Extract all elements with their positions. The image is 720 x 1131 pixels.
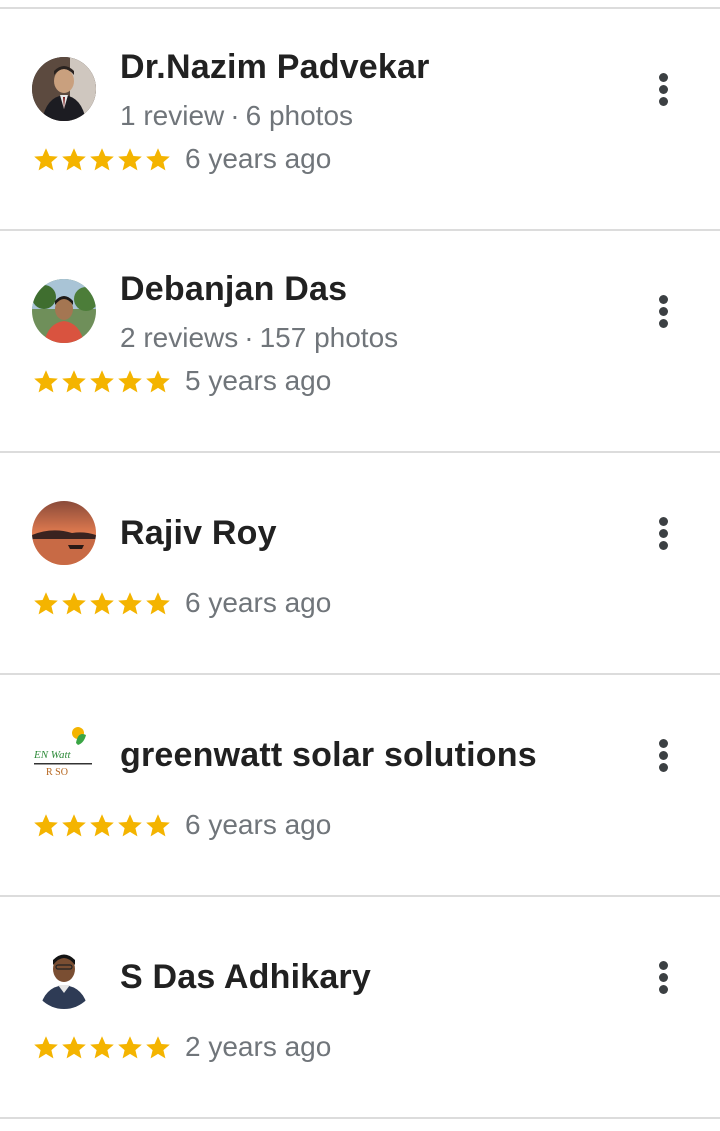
more-vert-icon-dot [659,307,668,316]
more-options-button[interactable] [646,947,682,1007]
star-icon [118,148,142,171]
review-time: 6 years ago [185,809,332,840]
star-icon [118,1036,142,1059]
star-icon [34,592,58,615]
reviewer-meta: 2 reviews · 157 photos [120,322,398,354]
more-options-button[interactable] [646,59,682,119]
star-icon [90,1036,114,1059]
star-icon [34,148,58,171]
avatar-photo [32,57,96,121]
more-vert-icon-dot [659,97,668,106]
star-icon [34,1036,58,1059]
star-icon [146,814,170,837]
reviewer-avatar[interactable] [32,501,96,565]
star-icon [90,370,114,393]
star-icon [62,592,86,615]
reviews-list: Dr.Nazim Padvekar 1 review · 6 photos 6 ye… [0,0,720,1131]
review-count: 1 review [120,100,225,131]
star-rating [32,1034,172,1062]
star-icon [90,814,114,837]
review-card: Rajiv Roy 6 years ago [0,453,720,673]
review-count: 2 reviews [120,322,239,353]
star-icon [62,1036,86,1059]
star-icon [118,814,142,837]
reviewer-avatar[interactable] [32,945,96,1009]
more-vert-icon-dot [659,973,668,982]
reviewer-name[interactable]: Dr.Nazim Padvekar [120,48,430,87]
reviewer-name[interactable]: Rajiv Roy [120,514,277,553]
more-vert-icon-dot [659,751,668,760]
star-icon [118,592,142,615]
star-rating [32,590,172,618]
star-rating [32,812,172,840]
more-vert-icon-dot [659,319,668,328]
reviewer-name[interactable]: greenwatt solar solutions [120,736,537,775]
more-vert-icon-dot [659,85,668,94]
star-icon [62,148,86,171]
logo-subtext: R SO [46,767,68,778]
reviewer-avatar[interactable]: EN Watt R SO [32,723,96,787]
more-vert-icon [659,295,668,304]
review-card: S Das Adhikary 2 years ago [0,897,720,1117]
avatar-photo [32,279,96,343]
photo-count: 157 photos [259,322,399,353]
more-vert-icon [659,73,668,82]
more-vert-icon-dot [659,985,668,994]
avatar-photo [32,945,96,1009]
more-options-button[interactable] [646,281,682,341]
more-vert-icon [659,517,668,526]
photo-count: 6 photos [245,100,354,131]
review-time: 6 years ago [185,143,332,174]
star-rating [32,146,172,174]
more-options-button[interactable] [646,503,682,563]
star-rating [32,368,172,396]
reviewer-name[interactable]: S Das Adhikary [120,958,371,997]
star-icon [146,370,170,393]
review-time: 6 years ago [185,587,332,618]
meta-separator: · [230,100,240,131]
logo-text: EN Watt [33,749,72,761]
review-time: 2 years ago [185,1031,332,1062]
review-card: Debanjan Das 2 reviews · 157 photos 5 year… [0,231,720,451]
review-time: 5 years ago [185,365,332,396]
star-icon [90,592,114,615]
divider [0,1117,720,1119]
reviewer-avatar[interactable] [32,279,96,343]
avatar-logo: EN Watt R SO [32,723,96,787]
star-icon [146,592,170,615]
more-vert-icon [659,961,668,970]
star-icon [90,148,114,171]
reviewer-avatar[interactable] [32,57,96,121]
more-vert-icon [659,739,668,748]
more-options-button[interactable] [646,725,682,785]
more-vert-icon-dot [659,529,668,538]
star-icon [62,814,86,837]
star-icon [146,148,170,171]
star-icon [34,814,58,837]
reviewer-meta: 1 review · 6 photos [120,100,353,132]
more-vert-icon-dot [659,763,668,772]
more-vert-icon-dot [659,541,668,550]
review-card: Dr.Nazim Padvekar 1 review · 6 photos 6 ye… [0,9,720,229]
avatar-photo [32,501,96,565]
reviewer-name[interactable]: Debanjan Das [120,270,347,309]
star-icon [34,370,58,393]
star-icon [146,1036,170,1059]
review-card: EN Watt R SO greenwatt solar solutions 6… [0,675,720,895]
star-icon [118,370,142,393]
meta-separator: · [244,322,254,353]
star-icon [62,370,86,393]
